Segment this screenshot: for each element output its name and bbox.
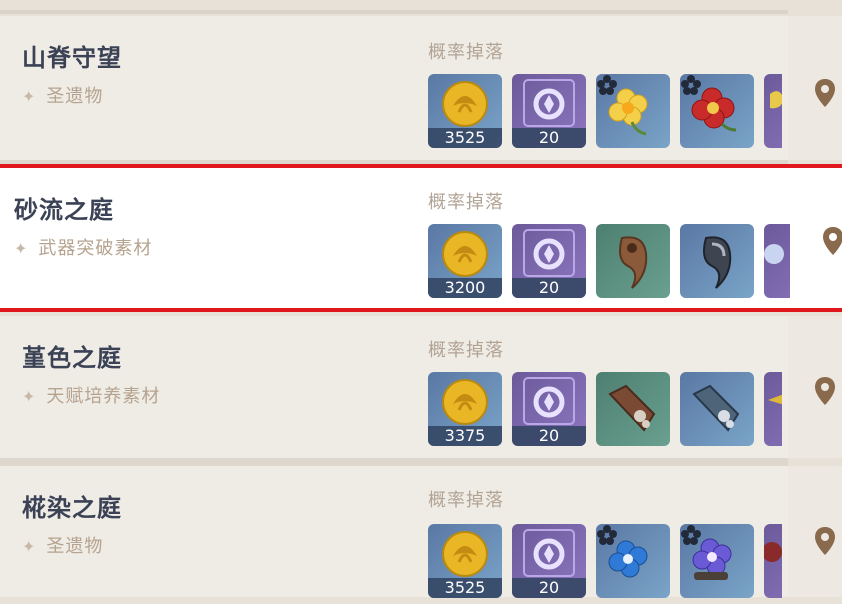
artifact-icon xyxy=(764,542,782,562)
artifact-flower-item[interactable] xyxy=(596,74,670,148)
domain-subtitle: ✦ 圣遗物 xyxy=(22,82,103,108)
exp-count: 20 xyxy=(512,426,586,446)
domain-subtitle-text: 天赋培养素材 xyxy=(46,386,161,407)
domain-row-shanji[interactable]: 山脊守望 ✦ 圣遗物 概率掉落 3525 20 xyxy=(0,16,788,160)
domain-subtitle-text: 圣遗物 xyxy=(46,86,104,107)
domain-row-huaran[interactable]: 椛染之庭 ✦ 圣遗物 概率掉落 3525 20 xyxy=(0,466,788,598)
exp-item[interactable]: 20 xyxy=(512,74,586,148)
domain-subtitle: ✦ 圣遗物 xyxy=(22,532,103,558)
mora-item[interactable]: 3525 xyxy=(428,74,502,148)
domain-title: 堇色之庭 xyxy=(22,344,122,372)
divider xyxy=(0,458,788,466)
grey-fang-icon xyxy=(703,236,732,289)
diamond-icon: ✦ xyxy=(22,387,37,406)
weapon-material-item[interactable] xyxy=(680,224,754,298)
grey-scroll-icon xyxy=(692,384,740,432)
location-pin-icon[interactable] xyxy=(814,78,836,108)
domain-row-shaliu[interactable]: 砂流之庭 ✦ 武器突破素材 概率掉落 3200 20 xyxy=(0,164,842,312)
exp-item[interactable]: 20 xyxy=(512,372,586,446)
mora-item[interactable]: 3375 xyxy=(428,372,502,446)
mora-count: 3200 xyxy=(428,278,502,298)
artifact-flower-item[interactable] xyxy=(680,524,754,598)
domain-subtitle: ✦ 天赋培养素材 xyxy=(22,382,160,408)
exp-count: 20 xyxy=(512,128,586,148)
location-pin-icon[interactable] xyxy=(822,226,842,256)
diamond-icon: ✦ xyxy=(22,537,37,556)
mora-item[interactable]: 3200 xyxy=(428,224,502,298)
drop-items: 3375 20 xyxy=(428,372,782,452)
domain-title: 砂流之庭 xyxy=(14,196,114,224)
locate-panel xyxy=(788,466,842,597)
drop-label: 概率掉落 xyxy=(428,340,504,361)
domain-title: 山脊守望 xyxy=(22,44,122,72)
drop-label: 概率掉落 xyxy=(428,490,504,511)
mora-count: 3525 xyxy=(428,578,502,598)
mora-item[interactable]: 3525 xyxy=(428,524,502,598)
drop-items: 3525 20 xyxy=(428,74,782,154)
domain-list: 山脊守望 ✦ 圣遗物 概率掉落 3525 20 砂流之庭 ✦ 武器突破素材 概率… xyxy=(0,0,842,598)
brown-fang-icon xyxy=(619,236,648,289)
talent-material-item[interactable] xyxy=(596,372,670,446)
location-pin-icon[interactable] xyxy=(814,526,836,556)
exp-item[interactable]: 20 xyxy=(512,224,586,298)
artifact-item-partial[interactable] xyxy=(764,524,782,598)
location-pin-icon[interactable] xyxy=(814,376,836,406)
drop-items: 3525 20 xyxy=(428,524,782,604)
divider xyxy=(0,10,788,14)
exp-count: 20 xyxy=(512,278,586,298)
locate-panel xyxy=(788,16,842,160)
talent-material-item[interactable] xyxy=(680,372,754,446)
mora-count: 3375 xyxy=(428,426,502,446)
artifact-flower-item[interactable] xyxy=(596,524,670,598)
domain-subtitle-text: 武器突破素材 xyxy=(38,238,153,259)
domain-row-jinse[interactable]: 堇色之庭 ✦ 天赋培养素材 概率掉落 3375 20 xyxy=(0,316,788,458)
material-icon xyxy=(768,394,782,405)
diamond-icon: ✦ xyxy=(22,87,37,106)
set-badge-icon xyxy=(681,525,701,545)
exp-count: 20 xyxy=(512,578,586,598)
set-badge-icon xyxy=(681,75,701,95)
locate-panel xyxy=(788,316,842,458)
artifact-item-partial[interactable] xyxy=(764,74,782,148)
artifact-flower-item[interactable] xyxy=(680,74,754,148)
talent-material-item-partial[interactable] xyxy=(764,372,782,446)
domain-subtitle: ✦ 武器突破素材 xyxy=(14,234,152,260)
domain-title: 椛染之庭 xyxy=(22,494,122,522)
set-badge-icon xyxy=(597,75,617,95)
mora-count: 3525 xyxy=(428,128,502,148)
exp-item[interactable]: 20 xyxy=(512,524,586,598)
set-badge-icon xyxy=(597,525,617,545)
drop-label: 概率掉落 xyxy=(428,192,504,213)
drop-label: 概率掉落 xyxy=(428,42,504,63)
drop-items: 3200 20 xyxy=(428,224,790,304)
brown-scroll-icon xyxy=(608,384,656,432)
artifact-icon xyxy=(770,91,782,109)
weapon-material-item[interactable] xyxy=(596,224,670,298)
weapon-material-item-partial[interactable] xyxy=(764,224,790,298)
diamond-icon: ✦ xyxy=(14,239,29,258)
domain-subtitle-text: 圣遗物 xyxy=(46,536,104,557)
material-icon xyxy=(764,244,784,264)
